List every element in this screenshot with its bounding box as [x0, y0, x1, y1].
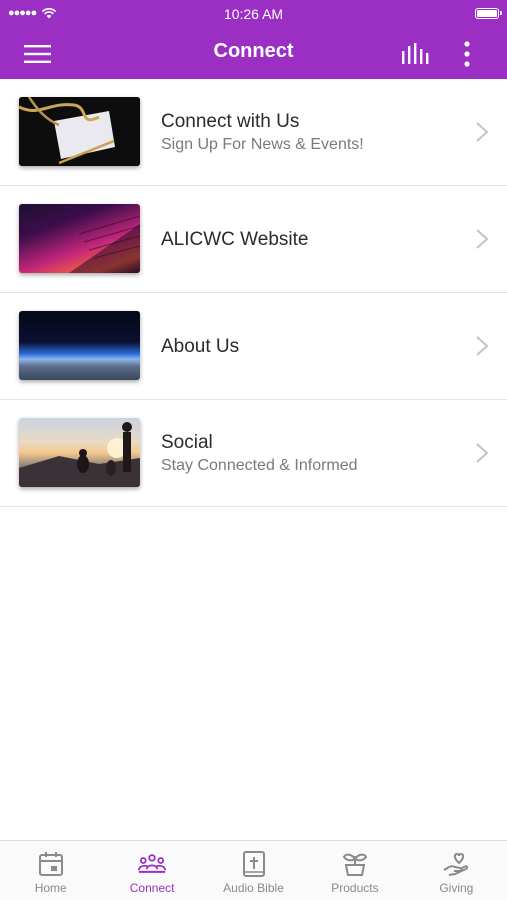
tab-label: Connect	[129, 881, 175, 895]
earth-horizon-thumbnail	[19, 311, 140, 380]
people-icon	[138, 850, 167, 878]
more-vertical-icon	[464, 40, 470, 67]
chevron-right-icon	[476, 229, 489, 249]
list-item-subtitle: Sign Up For News & Events!	[161, 136, 364, 153]
more-options-button[interactable]	[452, 28, 482, 79]
tab-bar: Home Connect Audio Bible Products Giving	[0, 840, 507, 900]
battery-icon	[475, 8, 502, 19]
connect-list: Connect with Us Sign Up For News & Event…	[0, 79, 507, 507]
audio-player-button[interactable]	[396, 28, 436, 79]
list-item-title: About Us	[161, 335, 240, 357]
list-item-text: Connect with Us Sign Up For News & Event…	[161, 79, 364, 186]
tab-products[interactable]: Products	[304, 841, 405, 900]
giving-hand-icon	[442, 850, 470, 878]
list-item-connect-with-us[interactable]: Connect with Us Sign Up For News & Event…	[0, 79, 507, 186]
tab-label: Audio Bible	[223, 881, 284, 895]
list-item-text: ALICWC Website	[161, 186, 308, 293]
tab-label: Products	[331, 881, 379, 895]
tab-home[interactable]: Home	[0, 841, 101, 900]
list-item-text: About Us	[161, 293, 239, 400]
list-item-social[interactable]: Social Stay Connected & Informed	[0, 400, 507, 507]
list-item-title: ALICWC Website	[161, 228, 309, 250]
chevron-right-icon	[476, 336, 489, 356]
calendar-icon	[37, 850, 65, 878]
chevron-right-icon	[476, 443, 489, 463]
tab-audio-bible[interactable]: Audio Bible	[203, 841, 304, 900]
sunset-friends-thumbnail	[19, 418, 140, 487]
laptop-keyboard-thumbnail	[19, 204, 140, 273]
status-time: 10:26 AM	[223, 6, 284, 22]
stationery-thumbnail	[19, 97, 140, 166]
list-item-alicwc-website[interactable]: ALICWC Website	[0, 186, 507, 293]
status-bar: ●●●●● 10:26 AM	[0, 0, 507, 28]
tab-label: Home	[34, 881, 67, 895]
list-item-title: Social	[161, 432, 213, 453]
tab-giving[interactable]: Giving	[406, 841, 507, 900]
plant-icon	[341, 850, 369, 878]
nav-bar: Connect	[0, 28, 507, 79]
audio-bars-icon	[402, 42, 429, 64]
chevron-right-icon	[476, 122, 489, 142]
tab-label: Giving	[439, 881, 474, 895]
list-item-about-us[interactable]: About Us	[0, 293, 507, 400]
list-item-subtitle: Stay Connected & Informed	[161, 457, 358, 474]
list-item-text: Social Stay Connected & Informed	[161, 400, 358, 507]
list-item-title: Connect with Us	[161, 111, 300, 132]
bible-icon	[240, 850, 268, 878]
tab-connect[interactable]: Connect	[101, 841, 202, 900]
